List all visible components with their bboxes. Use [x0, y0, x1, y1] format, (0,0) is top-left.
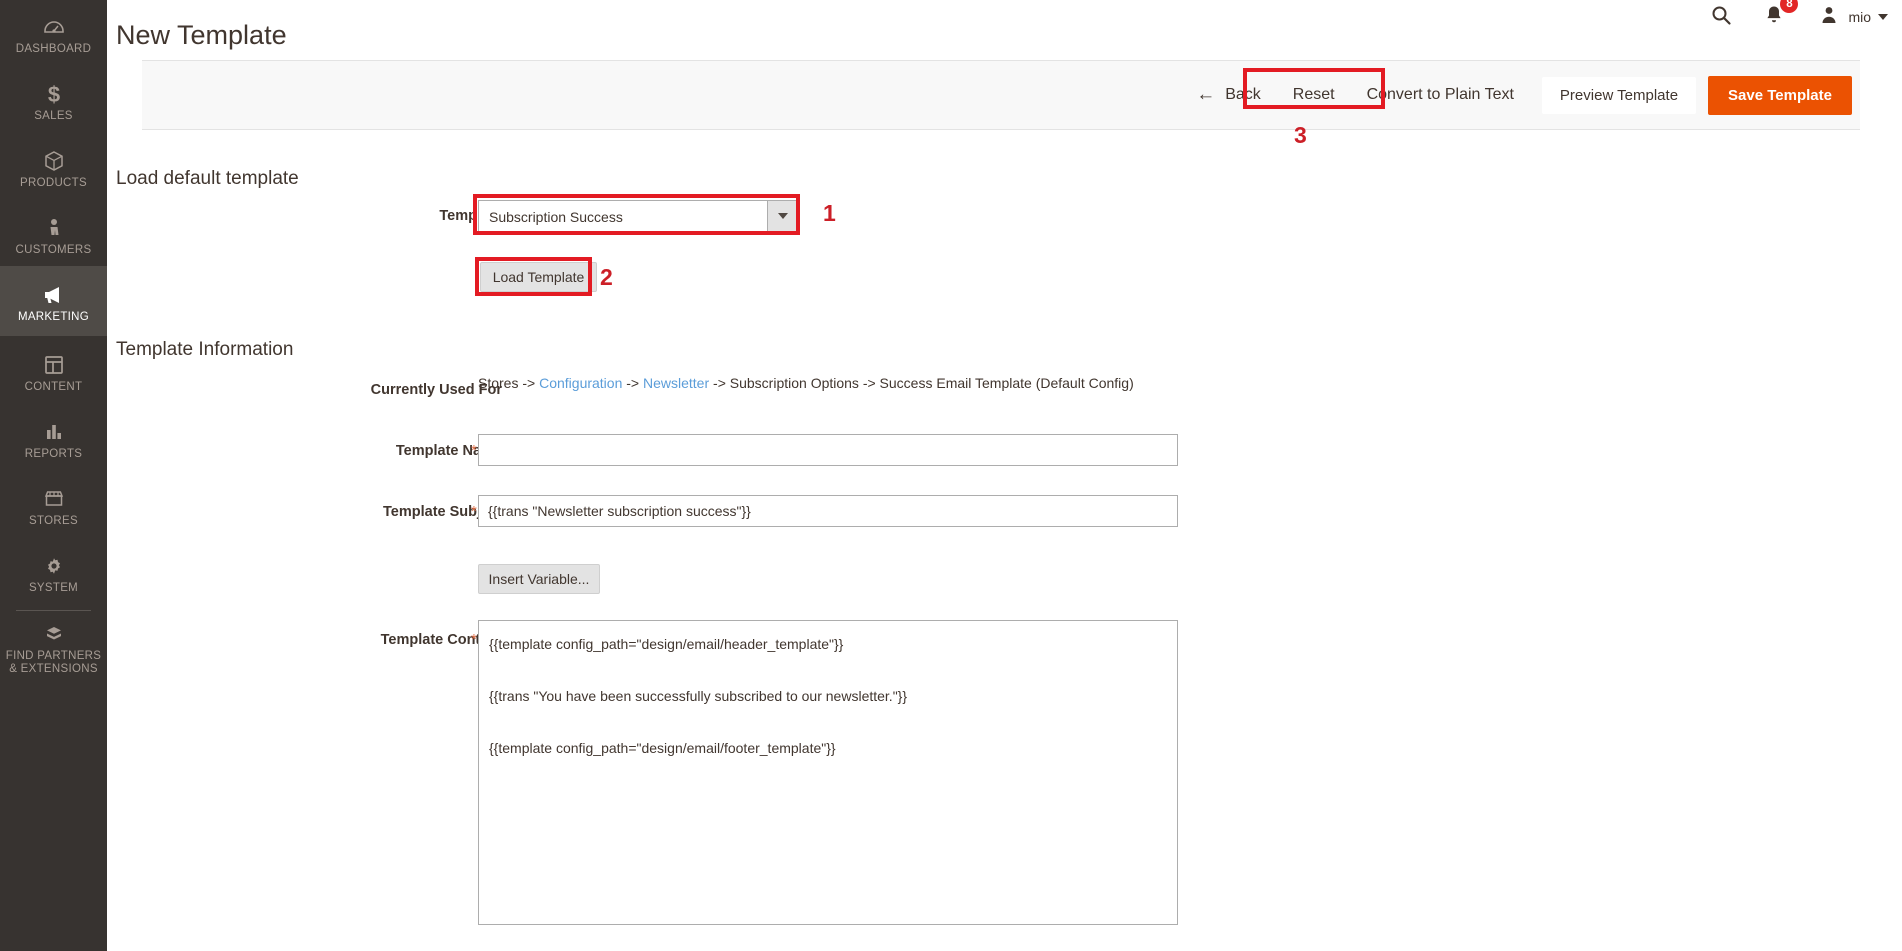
newsletter-link[interactable]: Newsletter [643, 375, 709, 391]
sidebar-label: CUSTOMERS [15, 244, 92, 256]
sidebar-item-system[interactable]: SYSTEM [0, 537, 107, 604]
gear-icon [2, 553, 105, 579]
page-title: New Template [116, 20, 287, 51]
sidebar-item-customers[interactable]: CUSTOMERS [0, 199, 107, 266]
person-icon [2, 215, 105, 241]
sidebar-label: MARKETING [17, 311, 90, 323]
magento-admin-page: DASHBOARD $ SALES PRODUCTS CUSTOMERS MAR… [0, 0, 1902, 951]
search-icon [1710, 4, 1732, 31]
used-for-prefix: Stores -> [478, 375, 540, 391]
sidebar-divider [16, 610, 91, 611]
sidebar-label: REPORTS [24, 448, 83, 460]
sidebar-item-products[interactable]: PRODUCTS [0, 132, 107, 199]
dashboard-icon [2, 14, 105, 40]
sidebar-label: DASHBOARD [15, 43, 92, 55]
template-select-value: Subscription Success [489, 209, 623, 225]
template-name-input[interactable] [478, 434, 1178, 466]
sidebar-label: SALES [34, 110, 73, 122]
sidebar-item-sales[interactable]: $ SALES [0, 65, 107, 132]
configuration-link[interactable]: Configuration [539, 375, 622, 391]
sidebar-item-stores[interactable]: STORES [0, 470, 107, 537]
back-button[interactable]: ← Back [1180, 80, 1277, 110]
load-template-button[interactable]: Load Template [480, 262, 597, 292]
dollar-icon: $ [2, 81, 105, 107]
storefront-icon [2, 486, 105, 512]
sidebar-label: FIND PARTNERS & EXTENSIONS [5, 650, 102, 675]
page-header: New Template 8 mio [107, 0, 1902, 55]
template-information-heading: Template Information [116, 338, 294, 360]
annotation-number-1: 1 [823, 200, 836, 226]
user-avatar-icon [1818, 4, 1840, 31]
chevron-down-icon[interactable] [767, 201, 797, 231]
required-marker: * [471, 631, 477, 648]
convert-label: Convert to Plain Text [1366, 86, 1514, 103]
annotation-number-3: 3 [1294, 122, 1307, 148]
page-actions-toolbar: ← Back Reset Convert to Plain Text Previ… [142, 60, 1860, 130]
extensions-icon [2, 621, 105, 647]
svg-text:$: $ [47, 82, 59, 106]
notifications-button[interactable]: 8 [1748, 0, 1806, 34]
save-template-button[interactable]: Save Template [1708, 75, 1852, 115]
chevron-down-icon [1878, 14, 1888, 20]
sidebar-item-dashboard[interactable]: DASHBOARD [0, 0, 107, 65]
preview-template-button[interactable]: Preview Template [1541, 76, 1697, 114]
bar-chart-icon [2, 419, 105, 445]
required-marker: * [471, 503, 477, 520]
main-content: Load default template Template Subscript… [107, 130, 1902, 951]
load-default-template-heading: Load default template [116, 167, 299, 189]
used-for-suffix: -> Subscription Options -> Success Email… [709, 375, 1134, 391]
sidebar-item-content[interactable]: CONTENT [0, 336, 107, 403]
annotation-number-2: 2 [600, 264, 613, 290]
template-select[interactable]: Subscription Success [478, 200, 798, 232]
sidebar-label: CONTENT [24, 381, 83, 393]
layout-icon [2, 352, 105, 378]
template-content-textarea[interactable]: {{template config_path="design/email/hea… [478, 620, 1178, 925]
notification-badge: 8 [1780, 0, 1799, 13]
sidebar-item-reports[interactable]: REPORTS [0, 403, 107, 470]
box-icon [2, 148, 105, 174]
reset-label: Reset [1292, 86, 1335, 103]
sidebar-label: SYSTEM [28, 582, 79, 594]
user-name-label: mio [1848, 9, 1871, 25]
sidebar-label: PRODUCTS [20, 177, 87, 189]
template-subject-input[interactable] [478, 495, 1178, 527]
reset-button[interactable]: Reset [1277, 80, 1351, 110]
convert-to-plain-text-button[interactable]: Convert to Plain Text [1351, 80, 1530, 110]
sidebar-item-find-partners[interactable]: FIND PARTNERS & EXTENSIONS [0, 617, 107, 685]
header-actions: 8 mio [1694, 0, 1888, 34]
currently-used-for-value: Stores -> Configuration -> Newsletter ->… [478, 373, 1134, 393]
back-label: Back [1225, 86, 1261, 103]
required-marker: * [471, 442, 477, 459]
main-sidebar: DASHBOARD $ SALES PRODUCTS CUSTOMERS MAR… [0, 0, 107, 951]
sidebar-item-marketing[interactable]: MARKETING [0, 266, 107, 336]
sidebar-label: STORES [29, 515, 78, 527]
arrow-left-icon: ← [1196, 84, 1216, 105]
megaphone-icon [2, 282, 105, 308]
user-menu-button[interactable]: mio [1806, 0, 1888, 34]
insert-variable-button[interactable]: Insert Variable... [478, 564, 600, 594]
used-for-sep: -> [622, 375, 643, 391]
search-button[interactable] [1694, 0, 1748, 34]
